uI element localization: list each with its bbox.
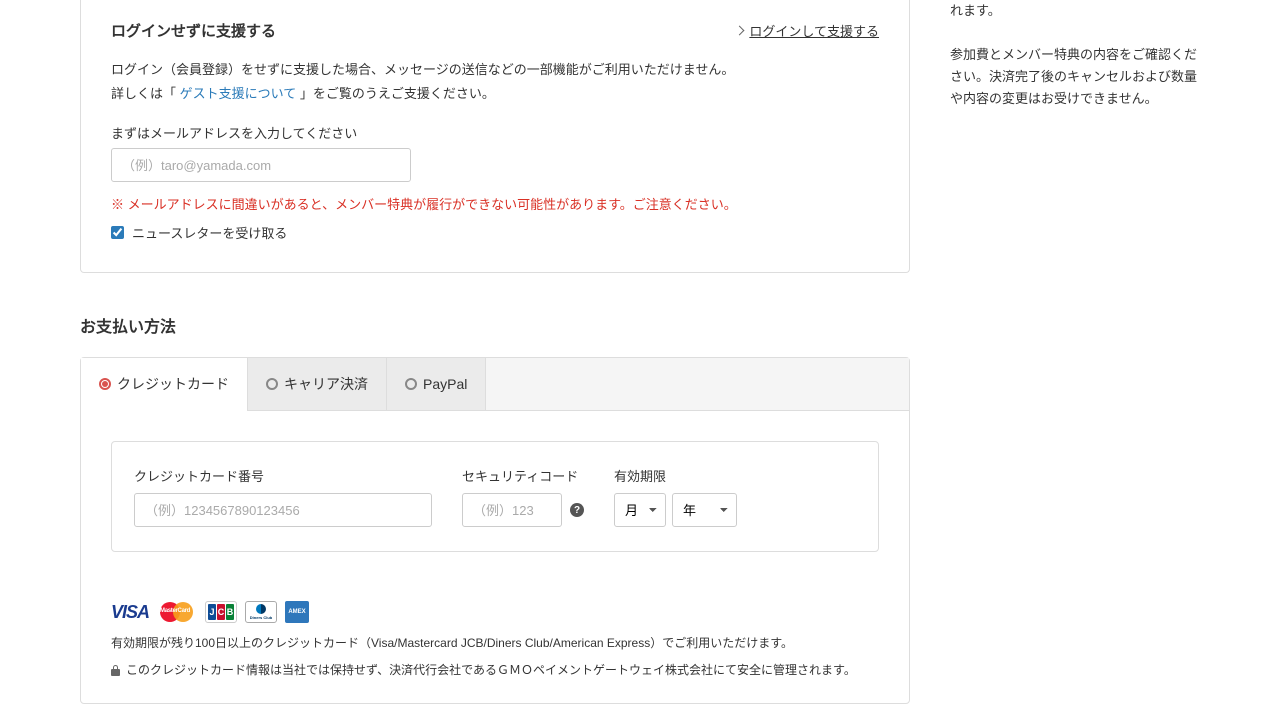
email-input[interactable]: [111, 148, 411, 182]
radio-selected-icon: [99, 378, 111, 390]
diners-logo: Diners Club: [245, 601, 277, 623]
card-form: クレジットカード番号 セキュリティコード ? 有効期限: [111, 441, 879, 552]
radio-icon: [266, 378, 278, 390]
jcb-logo: JCB: [205, 601, 237, 623]
side-text-fragment: れます。: [950, 0, 1200, 22]
payment-container: クレジットカード キャリア決済 PayPal クレジットカード番号: [80, 357, 910, 703]
newsletter-label: ニュースレターを受け取る: [132, 223, 287, 242]
payment-tabs: クレジットカード キャリア決済 PayPal: [81, 358, 909, 411]
tab-carrier[interactable]: キャリア決済: [248, 358, 387, 410]
mastercard-logo: MasterCard: [157, 600, 197, 624]
guest-login-section: ログインせずに支援する ログインして支援する ログイン（会員登録）をせずに支援し…: [80, 0, 910, 273]
expiry-label: 有効期限: [614, 466, 737, 485]
radio-icon: [405, 378, 417, 390]
tab-credit-card[interactable]: クレジットカード: [81, 358, 248, 410]
card-number-label: クレジットカード番号: [134, 466, 432, 485]
card-note: 有効期限が残り100日以上のクレジットカード（Visa/Mastercard J…: [81, 634, 909, 661]
expiry-month-select[interactable]: 月: [614, 493, 666, 527]
help-icon[interactable]: ?: [570, 503, 584, 517]
expiry-year-select[interactable]: 年: [672, 493, 737, 527]
side-column: れます。 参加費とメンバー特典の内容をご確認ください。決済完了後のキャンセルおよ…: [950, 0, 1200, 704]
visa-logo: VISA: [111, 602, 149, 623]
login-to-support-link[interactable]: ログインして支援する: [736, 21, 879, 40]
payment-method-title: お支払い方法: [80, 313, 910, 337]
guest-login-desc-1: ログイン（会員登録）をせずに支援した場合、メッセージの送信などの一部機能がご利用…: [111, 59, 879, 81]
email-warning: ※ メールアドレスに間違いがあると、メンバー特典が履行ができない可能性があります…: [111, 194, 879, 213]
amex-logo: AMEX: [285, 601, 309, 623]
guest-support-link[interactable]: ゲスト支援について: [180, 86, 297, 101]
newsletter-checkbox[interactable]: [111, 226, 124, 239]
card-logos: VISA MasterCard JCB Diners Club AMEX: [81, 582, 909, 634]
security-code-input[interactable]: [462, 493, 562, 527]
guest-login-title: ログインせずに支援する: [111, 20, 276, 41]
tab-paypal[interactable]: PayPal: [387, 358, 486, 410]
security-code-label: セキュリティコード: [462, 466, 584, 485]
newsletter-row[interactable]: ニュースレターを受け取る: [111, 223, 879, 242]
card-number-input[interactable]: [134, 493, 432, 527]
guest-login-desc-2: 詳しくは「 ゲスト支援について 」をご覧のうえご支援ください。: [111, 83, 879, 105]
email-label: まずはメールアドレスを入力してください: [111, 123, 879, 142]
side-text-confirm: 参加費とメンバー特典の内容をご確認ください。決済完了後のキャンセルおよび数量や内…: [950, 44, 1200, 110]
card-security-note: このクレジットカード情報は当社では保持せず、決済代行会社であるＧＭＯペイメントゲ…: [81, 661, 909, 702]
